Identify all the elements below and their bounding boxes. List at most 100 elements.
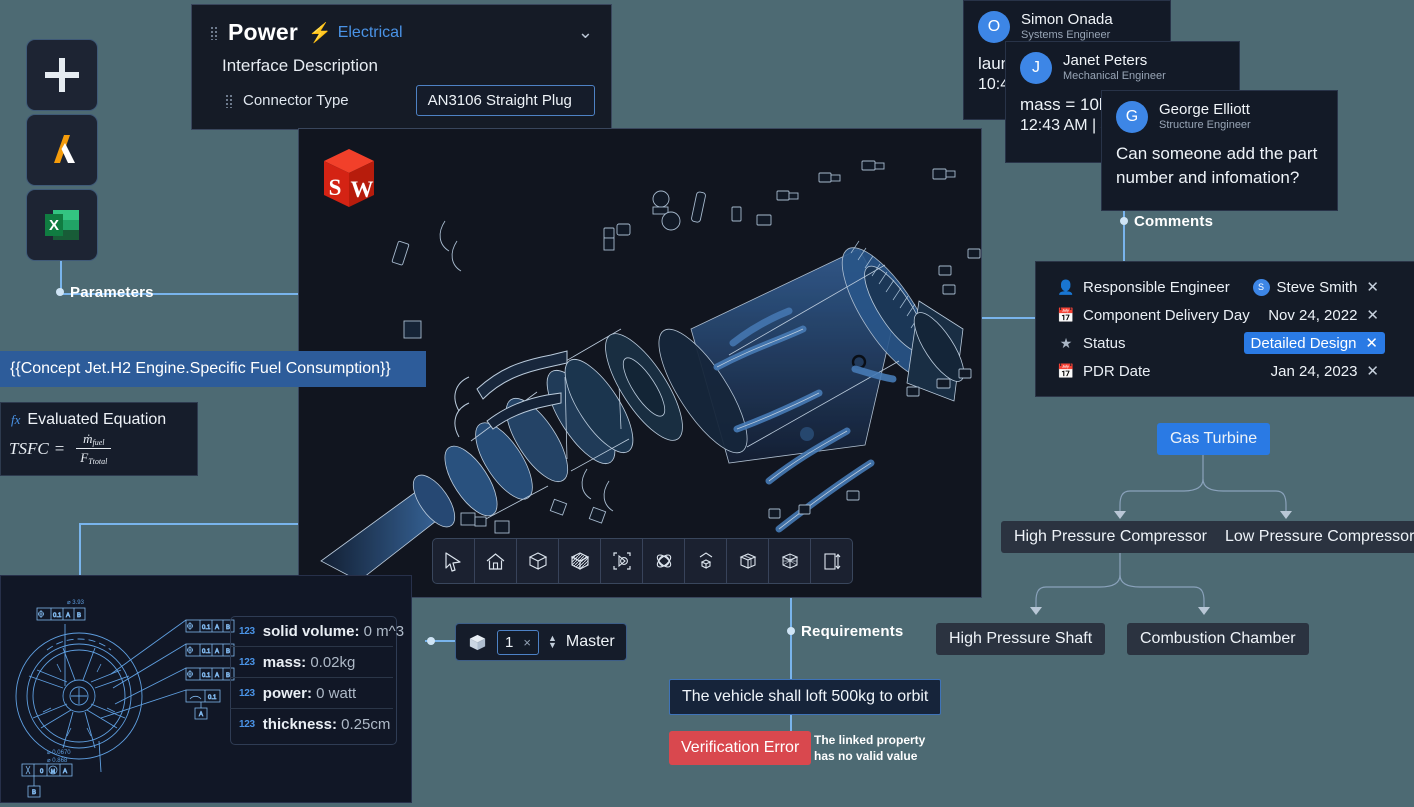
add-button[interactable] — [26, 39, 98, 111]
svg-text:A: A — [215, 625, 219, 631]
avatar: G — [1116, 101, 1148, 133]
property-row[interactable]: 123 solid volume: 0 m^3 — [230, 616, 404, 647]
hatched-cube-icon — [570, 552, 589, 570]
mesh-cube-icon — [781, 553, 798, 569]
altium-logo-icon — [54, 135, 75, 163]
requirement-card[interactable]: The vehicle shall loft 500kg to orbit — [669, 679, 942, 715]
comment-role: Mechanical Engineer — [1063, 69, 1166, 82]
connector-dot-comments — [1120, 217, 1128, 225]
remove-icon[interactable]: ✕ — [1365, 334, 1378, 352]
attribute-row[interactable]: ★ Status Detailed Design ✕ — [1036, 329, 1414, 357]
power-panel-subtitle: Electrical — [337, 23, 403, 41]
attribute-value[interactable]: S Steve Smith ✕ — [1252, 278, 1414, 296]
stepper-icon[interactable]: ▲ ▼ — [548, 634, 557, 650]
select-tool[interactable] — [433, 539, 475, 583]
comment-author: Simon Onada — [1021, 10, 1113, 28]
remove-icon[interactable]: ✕ — [1366, 306, 1379, 324]
property-key: solid volume: — [262, 622, 360, 640]
power-panel: Power ⚡ Electrical ⌄ Interface Descripti… — [191, 4, 612, 130]
chevron-down-icon[interactable]: ⌄ — [578, 22, 593, 43]
comment-body: Can someone add the part number and info… — [1116, 144, 1318, 187]
attribute-row[interactable]: 📅 Component Delivery Day Nov 24, 2022 ✕ — [1036, 301, 1414, 329]
svg-text:⌀ 3.93: ⌀ 3.93 — [67, 600, 85, 606]
explode-icon — [699, 552, 712, 569]
clear-count-icon[interactable]: × — [523, 635, 531, 650]
svg-text:0.1: 0.1 — [202, 673, 211, 679]
attribute-value[interactable]: Nov 24, 2022 ✕ — [1268, 306, 1414, 325]
excel-logo-icon: X — [45, 210, 79, 240]
connector-type-input[interactable]: AN3106 Straight Plug — [415, 85, 595, 116]
cube-icon — [469, 634, 486, 650]
concept-reference-chip[interactable]: {{Concept Jet.H2 Engine.Specific Fuel Co… — [0, 351, 426, 387]
svg-text:A: A — [199, 712, 203, 718]
svg-text:X: X — [49, 217, 59, 234]
concept-reference-text: {{Concept Jet.H2 Engine.Specific Fuel Co… — [10, 360, 391, 377]
engineering-canvas: Parameters Requirements Comments X Power… — [0, 0, 1414, 803]
connector-type-row: Connector Type AN3106 Straight Plug — [192, 76, 611, 116]
comment-author: Janet Peters — [1063, 51, 1148, 69]
attribute-row[interactable]: 👤 Responsible Engineer S Steve Smith ✕ — [1036, 273, 1414, 301]
label-comments: Comments — [1134, 213, 1214, 230]
connector-dot-requirements — [787, 627, 795, 635]
number-type-icon: 123 — [239, 687, 255, 699]
property-value: 0.02kg — [310, 653, 356, 671]
tree-node-root[interactable]: Gas Turbine — [1157, 423, 1271, 455]
number-type-icon: 123 — [239, 625, 255, 637]
comment-card[interactable]: G George Elliott Structure Engineer Can … — [1101, 90, 1338, 211]
tree-node-high-pressure-shaft[interactable]: High Pressure Shaft — [936, 623, 1106, 655]
number-type-icon: 123 — [239, 656, 255, 668]
attribute-key: Component Delivery Day — [1083, 306, 1250, 324]
attribute-value-text: Steve Smith — [1276, 278, 1358, 296]
connector-viewer-to-properties — [978, 317, 1038, 319]
attribute-key: Responsible Engineer — [1083, 278, 1230, 296]
isometric-tool[interactable] — [727, 539, 769, 583]
attribute-key: Status — [1083, 334, 1126, 352]
property-key: power: — [262, 684, 312, 702]
section-view-tool[interactable] — [601, 539, 643, 583]
svg-text:A: A — [215, 673, 219, 679]
remove-icon[interactable]: ✕ — [1366, 362, 1379, 380]
lightning-bolt-icon: ⚡ — [308, 22, 332, 44]
property-row[interactable]: 123 thickness: 0.25cm — [230, 709, 393, 739]
status-badge[interactable]: Detailed Design ✕ — [1243, 332, 1385, 354]
instance-count-input[interactable]: 1 × — [497, 629, 539, 655]
property-row[interactable]: 123 mass: 0.02kg — [230, 647, 393, 678]
home-icon — [486, 552, 505, 570]
svg-text:A: A — [215, 649, 219, 655]
equation-denominator-sub: Ttotal — [88, 457, 108, 466]
tree-node-high-pressure-compressor[interactable]: High Pressure Compressor — [1001, 521, 1220, 553]
drag-handle-icon[interactable] — [225, 93, 234, 108]
explode-tool[interactable] — [685, 539, 727, 583]
cube-icon — [528, 552, 547, 570]
drag-handle-icon[interactable] — [210, 25, 219, 40]
attribute-value[interactable]: Detailed Design ✕ — [1243, 332, 1414, 354]
tree-node-low-pressure-compressor[interactable]: Low Pressure Compressor — [1212, 521, 1414, 553]
viewer-toolbar[interactable] — [432, 538, 853, 584]
star-icon: ★ — [1059, 334, 1073, 351]
avatar: S — [1252, 278, 1270, 296]
hatched-box-tool[interactable] — [559, 539, 601, 583]
tree-node-combustion-chamber[interactable]: Combustion Chamber — [1127, 623, 1309, 655]
svg-text:B: B — [77, 613, 81, 619]
svg-text:A: A — [66, 613, 70, 619]
mesh-tool[interactable] — [769, 539, 811, 583]
property-row[interactable]: 123 power: 0 watt — [230, 678, 393, 709]
home-view-tool[interactable] — [475, 539, 517, 583]
rotate-tool[interactable] — [643, 539, 685, 583]
verification-error-badge[interactable]: Verification Error — [669, 731, 812, 765]
svg-text:B: B — [32, 790, 36, 796]
svg-text:0.1: 0.1 — [202, 649, 211, 655]
evaluated-equation-card: fx Evaluated Equation TSFC = ṁfuel FTtot… — [0, 402, 198, 476]
excel-button[interactable]: X — [26, 189, 98, 261]
attribute-row[interactable]: 📅 PDR Date Jan 24, 2023 ✕ — [1036, 357, 1414, 385]
master-instance-node[interactable]: 1 × ▲ ▼ Master — [455, 623, 627, 661]
altium-button[interactable] — [26, 114, 98, 186]
remove-icon[interactable]: ✕ — [1366, 278, 1379, 296]
svg-text:0: 0 — [40, 769, 44, 775]
calendar-icon: 📅 — [1057, 362, 1075, 379]
attribute-value[interactable]: Jan 24, 2023 ✕ — [1271, 362, 1414, 381]
equation-numerator: ṁ — [83, 431, 93, 446]
shaded-box-tool[interactable] — [517, 539, 559, 583]
property-key: thickness: — [262, 715, 337, 733]
measure-tool[interactable] — [811, 539, 852, 583]
